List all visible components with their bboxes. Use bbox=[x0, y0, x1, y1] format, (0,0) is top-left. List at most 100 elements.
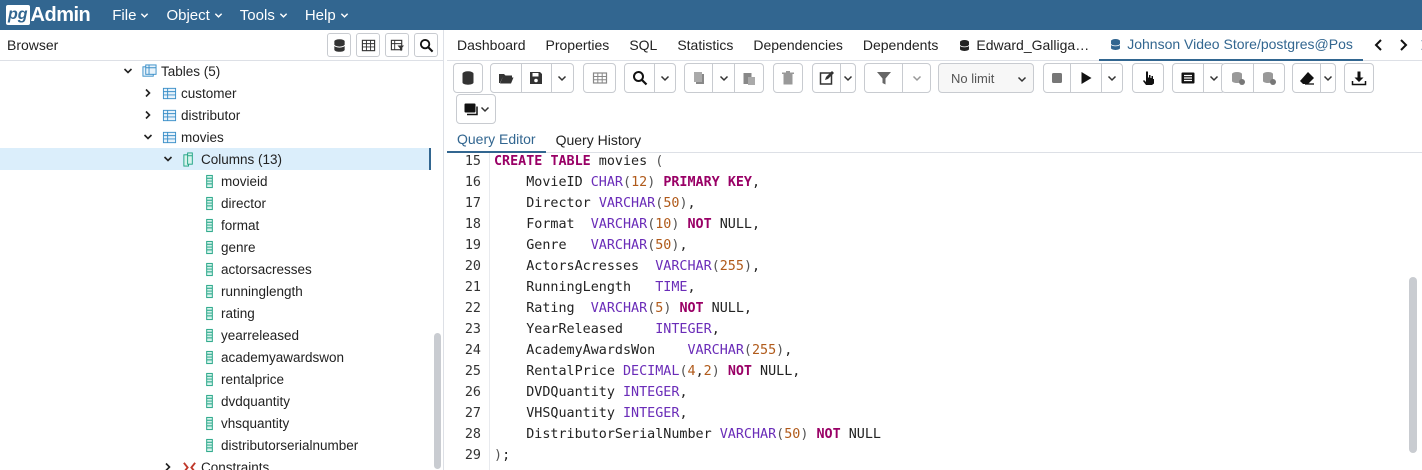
menu-help[interactable]: Help bbox=[305, 7, 349, 24]
edit-icon bbox=[819, 71, 834, 85]
download-button[interactable] bbox=[1344, 63, 1374, 93]
tab-dependencies[interactable]: Dependencies bbox=[743, 30, 853, 61]
menu-file[interactable]: File bbox=[112, 7, 149, 24]
tree-node-constraints[interactable]: Constraints bbox=[0, 456, 431, 470]
execute-dropdown-button[interactable] bbox=[1102, 64, 1122, 92]
filter-button[interactable] bbox=[865, 64, 903, 92]
execute-button[interactable] bbox=[1071, 64, 1102, 92]
search-objects-button[interactable] bbox=[414, 33, 438, 57]
sql-number: 50 bbox=[655, 238, 672, 253]
tree-node-columns[interactable]: Columns (13) bbox=[0, 148, 431, 170]
paste-button[interactable] bbox=[735, 64, 763, 92]
filter-dropdown-button[interactable] bbox=[903, 64, 930, 92]
tab-properties[interactable]: Properties bbox=[536, 30, 620, 61]
code-line[interactable]: CREATE TABLE movies ( bbox=[494, 154, 663, 169]
tab-johnson[interactable]: Johnson Video Store/postgres@Pos bbox=[1099, 30, 1363, 61]
copy-dropdown-button[interactable] bbox=[713, 64, 735, 92]
explain-analyze-button[interactable] bbox=[1173, 64, 1204, 92]
tree-node-director[interactable]: director bbox=[0, 192, 431, 214]
open-connection-button[interactable] bbox=[453, 63, 483, 93]
tab-dependents[interactable]: Dependents bbox=[853, 30, 949, 61]
macros-button[interactable] bbox=[456, 94, 496, 124]
chevron-right-icon[interactable] bbox=[1396, 38, 1410, 52]
edit-button-group[interactable] bbox=[812, 63, 856, 93]
clear-button[interactable] bbox=[1293, 64, 1321, 92]
open-file-button[interactable] bbox=[491, 64, 523, 92]
filtered-rows-button[interactable] bbox=[385, 33, 409, 57]
sql-text: RunningLength bbox=[494, 280, 656, 295]
pgadmin-logo[interactable]: pg Admin bbox=[6, 4, 91, 26]
tree-node-distributor[interactable]: distributor bbox=[0, 104, 431, 126]
delete-button[interactable] bbox=[773, 63, 803, 93]
tab-statistics[interactable]: Statistics bbox=[667, 30, 743, 61]
code-line[interactable]: DistributorSerialNumber VARCHAR(50) NOT … bbox=[494, 427, 881, 442]
find-dropdown-button[interactable] bbox=[655, 64, 675, 92]
main-tabs: Dashboard Properties SQL Statistics Dependen… bbox=[447, 30, 1422, 61]
edit-data-button[interactable] bbox=[583, 63, 616, 93]
find-button[interactable] bbox=[625, 64, 655, 92]
menu-object[interactable]: Object bbox=[166, 7, 222, 24]
tree-node-yearreleased[interactable]: yearreleased bbox=[0, 324, 431, 346]
code-line[interactable]: RunningLength TIME, bbox=[494, 280, 695, 295]
save-dropdown-button[interactable] bbox=[552, 64, 573, 92]
tree-node-movies[interactable]: movies bbox=[0, 126, 431, 148]
tree-node-runninglength[interactable]: runninglength bbox=[0, 280, 431, 302]
tab-sql[interactable]: SQL bbox=[619, 30, 667, 61]
code-line[interactable]: AcademyAwardsWon VARCHAR(255), bbox=[494, 343, 792, 358]
chevron-right-icon[interactable] bbox=[142, 109, 154, 121]
code-line[interactable]: ActorsAcresses VARCHAR(255), bbox=[494, 259, 760, 274]
tree-node-distributorserialnumber[interactable]: distributorserialnumber bbox=[0, 434, 431, 456]
code-line[interactable]: Genre VARCHAR(50), bbox=[494, 238, 687, 253]
tree-node-actorsacresses[interactable]: actorsacresses bbox=[0, 258, 431, 280]
sql-editor[interactable]: 15 16 17 18 19 20 21 22 23 24 25 26 27 28 29 CREATE TA… bbox=[447, 153, 1422, 470]
code-line[interactable]: Director VARCHAR(50), bbox=[494, 196, 695, 211]
rollback-button[interactable] bbox=[1254, 64, 1284, 92]
explain-button[interactable] bbox=[1132, 63, 1164, 93]
tab-dashboard[interactable]: Dashboard bbox=[447, 30, 536, 61]
row-limit-select[interactable]: No limit bbox=[938, 63, 1034, 93]
editor-scrollbar[interactable] bbox=[1409, 277, 1417, 453]
edit-button[interactable] bbox=[813, 64, 841, 92]
tree-node-rating[interactable]: rating bbox=[0, 302, 431, 324]
columns-icon bbox=[182, 151, 197, 167]
menu-tools[interactable]: Tools bbox=[240, 7, 288, 24]
view-data-button[interactable] bbox=[356, 33, 380, 57]
subtab-query-history[interactable]: Query History bbox=[546, 127, 652, 153]
code-line[interactable]: VHSQuantity INTEGER, bbox=[494, 406, 687, 421]
code-line[interactable]: DVDQuantity INTEGER, bbox=[494, 385, 687, 400]
commit-button[interactable] bbox=[1222, 64, 1254, 92]
browser-scrollbar[interactable] bbox=[434, 333, 441, 469]
tree-node-tables[interactable]: Tables (5) bbox=[0, 61, 431, 82]
chevron-right-icon[interactable] bbox=[162, 461, 174, 470]
chevron-right-icon[interactable] bbox=[142, 87, 154, 99]
tree-node-rentalprice[interactable]: rentalprice bbox=[0, 368, 431, 390]
tree-node-genre[interactable]: genre bbox=[0, 236, 431, 258]
tree-node-dvdquantity[interactable]: dvdquantity bbox=[0, 390, 431, 412]
code-line[interactable]: ); bbox=[494, 448, 510, 463]
tree-node-customer[interactable]: customer bbox=[0, 82, 431, 104]
tree-node-movieid[interactable]: movieid bbox=[0, 170, 431, 192]
subtab-query-editor[interactable]: Query Editor bbox=[447, 127, 546, 153]
code-line[interactable]: MovieID CHAR(12) PRIMARY KEY, bbox=[494, 175, 760, 190]
clear-dropdown-button[interactable] bbox=[1321, 64, 1335, 92]
save-file-button[interactable] bbox=[522, 64, 552, 92]
code-line[interactable]: RentalPrice DECIMAL(4,2) NOT NULL, bbox=[494, 364, 800, 379]
copy-button[interactable] bbox=[685, 64, 713, 92]
stop-button[interactable] bbox=[1044, 64, 1071, 92]
tree-node-vhsquantity[interactable]: vhsquantity bbox=[0, 412, 431, 434]
edit-dropdown-button[interactable] bbox=[841, 64, 855, 92]
chevron-down-icon[interactable] bbox=[122, 65, 134, 77]
sql-type: INTEGER bbox=[623, 385, 680, 400]
code-line[interactable]: YearReleased INTEGER, bbox=[494, 322, 720, 337]
code-line[interactable]: Rating VARCHAR(5) NOT NULL, bbox=[494, 301, 752, 316]
chevron-left-icon[interactable] bbox=[1372, 38, 1386, 52]
chevron-down-icon[interactable] bbox=[162, 153, 174, 165]
code-line[interactable]: Format VARCHAR(10) NOT NULL, bbox=[494, 217, 760, 232]
line-number: 18 bbox=[464, 217, 481, 232]
chevron-down-icon[interactable] bbox=[142, 131, 154, 143]
object-explorer-button[interactable] bbox=[327, 33, 351, 57]
tab-edward[interactable]: Edward_Galliga… bbox=[948, 30, 1099, 61]
tab-navigation bbox=[1367, 38, 1422, 52]
tree-node-format[interactable]: format bbox=[0, 214, 431, 236]
tree-node-academyawardswon[interactable]: academyawardswon bbox=[0, 346, 431, 368]
